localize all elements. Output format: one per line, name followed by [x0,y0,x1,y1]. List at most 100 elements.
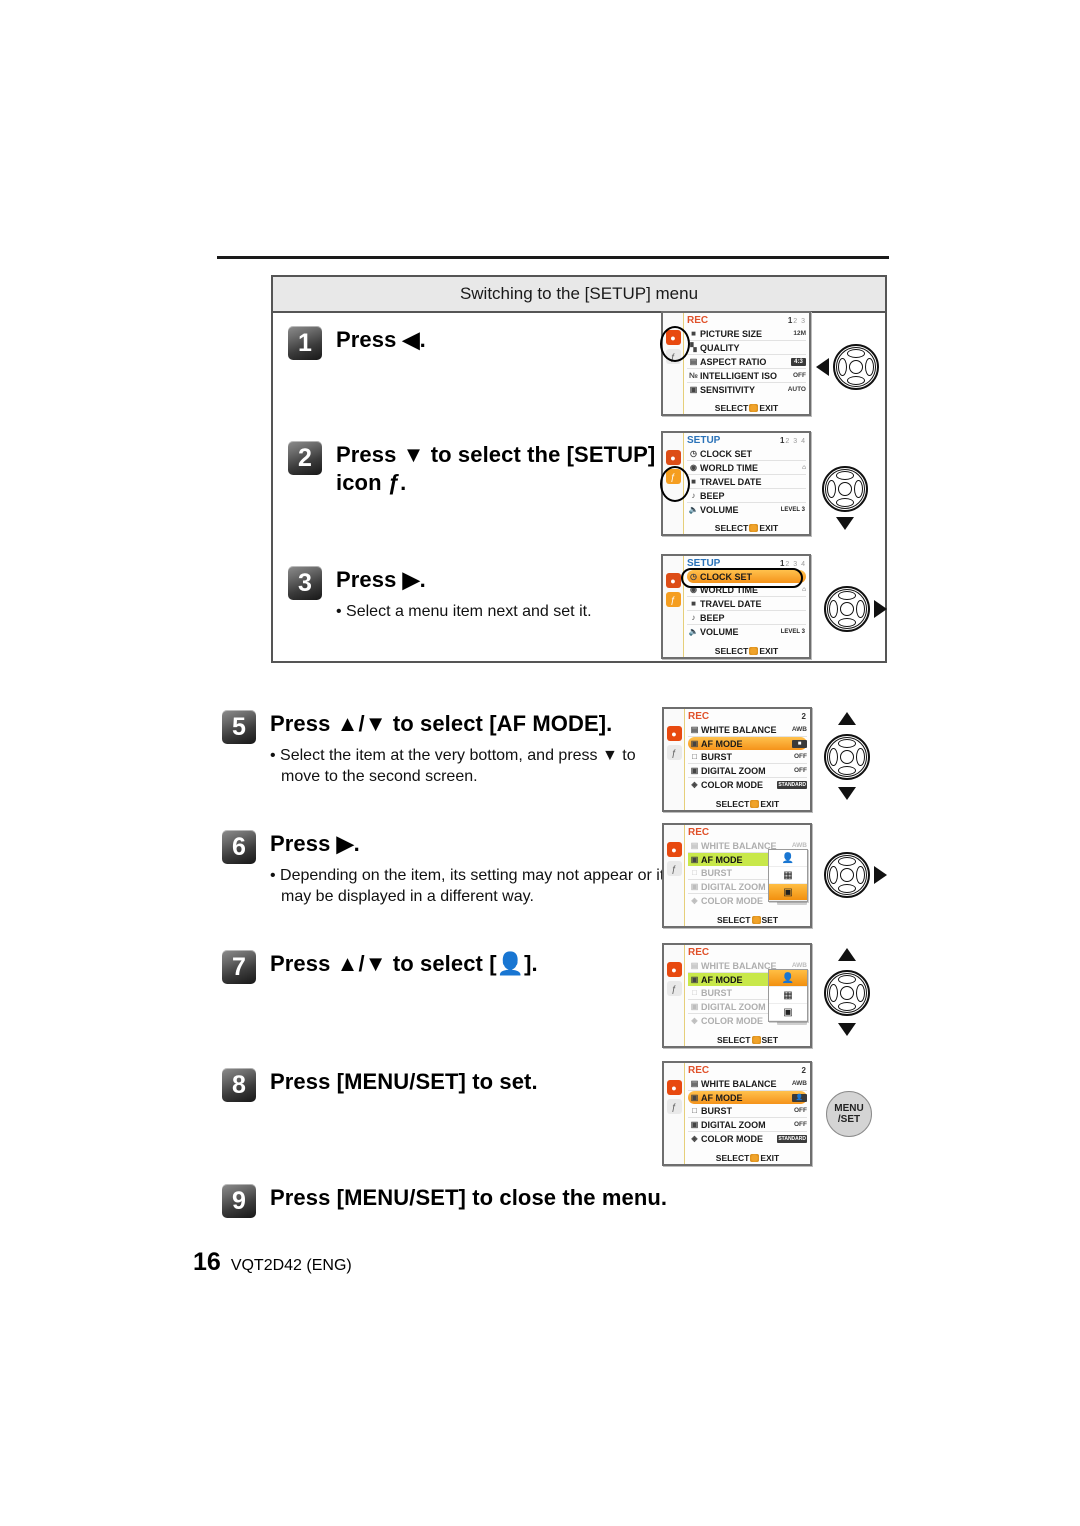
menu-row[interactable]: ▤ ASPECT RATIO 4:3 [687,355,806,369]
menu-row-value: ⌂ [802,586,806,593]
down-arrow-indicator [838,1023,856,1036]
menu-row-label: QUALITY [700,342,740,353]
lcd-rec-page1: ● ƒ REC 12 3 ■ PICTURE SIZE 12M ▚ QUALITY ▤… [661,311,811,416]
submenu-option-multi-area[interactable]: ▦ [769,867,807,884]
cursor-pad-right[interactable] [824,586,870,632]
menu-row[interactable]: ■ TRAVEL DATE [687,597,806,611]
lcd-footer-hints: SELECT EXIT [715,799,780,809]
step-title: Press ▶. [336,567,426,592]
menu-row[interactable]: ■ PICTURE SIZE 12M [687,327,806,341]
menu-row-label: INTELLIGENT ISO [700,370,778,381]
step-5: 5 Press ▲/▼ to select [AF MODE]. • Selec… [222,710,636,787]
lcd-page-indicator: 12 3 [787,316,806,325]
menu-row[interactable]: ◉ WORLD TIME ⌂ [687,461,806,475]
white-balance-icon: ▤ [690,1079,699,1088]
suitcase-icon: ■ [691,599,696,608]
lcd-footer-hints: SELECT EXIT [714,403,779,413]
menu-row-label: VOLUME [700,504,739,515]
white-balance-icon: ▤ [690,961,699,970]
camera-tab-icon[interactable]: ● [666,1080,682,1095]
menu-row[interactable]: ♪ BEEP [687,489,806,503]
menu-row-label: AF MODE [701,1092,743,1103]
lcd-page-indicator: 12 3 4 [779,436,806,445]
submenu-option-multi-area[interactable]: ▦ [769,987,807,1004]
menu-row[interactable]: ▣ DIGITAL ZOOM OFF [688,1118,807,1132]
menu-row-value: AWB [791,726,807,733]
step-number: 7 [222,950,256,984]
beep-icon: ♪ [691,613,696,622]
menu-row-value: ■ [790,739,807,748]
menu-row[interactable]: ▤ WHITE BALANCE AWB [688,723,807,737]
step-title: Press ▲/▼ to select [👤]. [270,950,538,978]
cursor-pad-left[interactable] [833,344,879,390]
wrench-tab-icon[interactable]: ƒ [666,981,682,996]
sensitivity-icon: ▣ [689,385,698,394]
camera-tab-icon[interactable]: ● [666,842,682,857]
lcd-footer-hints: SELECT SET [716,1035,779,1045]
menu-row[interactable]: □ BURST OFF [688,1104,807,1118]
step-note-line1: • Depending on the item, its setting may… [270,867,665,884]
camera-tab-icon[interactable]: ● [666,962,682,977]
menu-row-label: WHITE BALANCE [701,1078,777,1089]
step-number: 3 [288,566,322,600]
menu-row-selected[interactable]: ▣ AF MODE 👤 [688,1091,807,1104]
digital-zoom-icon: ▣ [690,1120,699,1129]
menu-row[interactable]: ▣ DIGITAL ZOOM OFF [688,764,807,778]
header-rule [217,256,889,259]
cursor-pad-updown[interactable] [824,734,870,780]
joystick-icon [749,524,759,532]
menu-row-label: COLOR MODE [701,1015,763,1026]
wrench-tab-icon[interactable]: ƒ [666,1099,682,1114]
menu-row[interactable]: ◈COLOR MODE STANDARD [688,1132,807,1145]
wrench-tab-icon[interactable]: ƒ [666,745,682,760]
camera-tab-icon[interactable]: ● [665,573,681,588]
menu-row-label: SENSITIVITY [700,384,756,395]
cursor-pad-right[interactable] [824,852,870,898]
step-9: 9 Press [MENU/SET] to close the menu. [222,1184,667,1218]
up-arrow-indicator [838,712,856,725]
menu-row-label: VOLUME [700,626,739,637]
menu-row-selected[interactable]: ▣ AF MODE ■ [688,737,807,750]
intelligent-iso-icon: № [689,371,698,380]
menu-row[interactable]: ■ TRAVEL DATE [687,475,806,489]
menu-set-label-line2: /SET [837,1114,861,1125]
camera-tab-icon[interactable]: ● [666,726,682,741]
menu-row-label: TRAVEL DATE [700,598,762,609]
lcd-page-indicator: 12 3 4 [779,559,806,568]
submenu-option-spot[interactable]: ▣ [769,884,807,901]
cursor-pad-down[interactable] [822,466,868,512]
wrench-tab-icon[interactable]: ƒ [666,861,682,876]
camera-tab-icon[interactable]: ● [665,450,681,465]
cursor-pad-updown[interactable] [824,970,870,1016]
lcd-page-indicator: 2 [801,712,807,721]
menu-row[interactable]: ▣ SENSITIVITY AUTO [687,383,806,396]
menu-row[interactable]: ▤ WHITE BALANCE AWB [688,1077,807,1091]
menu-row[interactable]: ♪ BEEP [687,611,806,625]
menu-row[interactable]: ▚ QUALITY [687,341,806,355]
lcd-footer-hints: SELECT EXIT [714,646,779,656]
menu-row-value: AWB [791,842,807,849]
wrench-tab-icon[interactable]: ƒ [665,592,681,607]
submenu-option-face-detect[interactable]: 👤 [769,850,807,867]
step-3: 3 Press ▶. • Select a menu item next and… [288,566,592,622]
page-footer: 16 VQT2D42 (ENG) [193,1248,352,1277]
menu-row[interactable]: 🔈 VOLUME LEVEL 3 [687,503,806,516]
lcd-rec-page2-set: ● ƒ REC 2 ▤ WHITE BALANCE AWB ▣ AF MODE 👤 □ B… [662,1061,812,1166]
submenu-option-spot[interactable]: ▣ [769,1004,807,1021]
lcd-tab-strip: ● ƒ [664,709,685,810]
menu-set-button[interactable]: MENU /SET [826,1091,872,1137]
menu-row[interactable]: ◷ CLOCK SET [687,447,806,461]
submenu-option-face-detect[interactable]: 👤 [769,970,807,987]
menu-row[interactable]: □ BURST OFF [688,750,807,764]
menu-row[interactable]: № INTELLIGENT ISO OFF [687,369,806,383]
left-arrow-indicator [816,358,829,376]
menu-row[interactable]: ◈COLOR MODE STANDARD [688,778,807,791]
joystick-icon [750,1154,760,1162]
menu-row-label: WHITE BALANCE [701,724,777,735]
step-title-pre: Press ▲/▼ to select [ [270,951,497,976]
highlight-ellipse-wrench-tab [660,466,690,502]
white-balance-icon: ▤ [690,725,699,734]
menu-row-value: LEVEL 3 [779,627,806,636]
menu-row[interactable]: 🔈 VOLUME LEVEL 3 [687,625,806,638]
menu-row-value: AUTO [787,386,806,393]
